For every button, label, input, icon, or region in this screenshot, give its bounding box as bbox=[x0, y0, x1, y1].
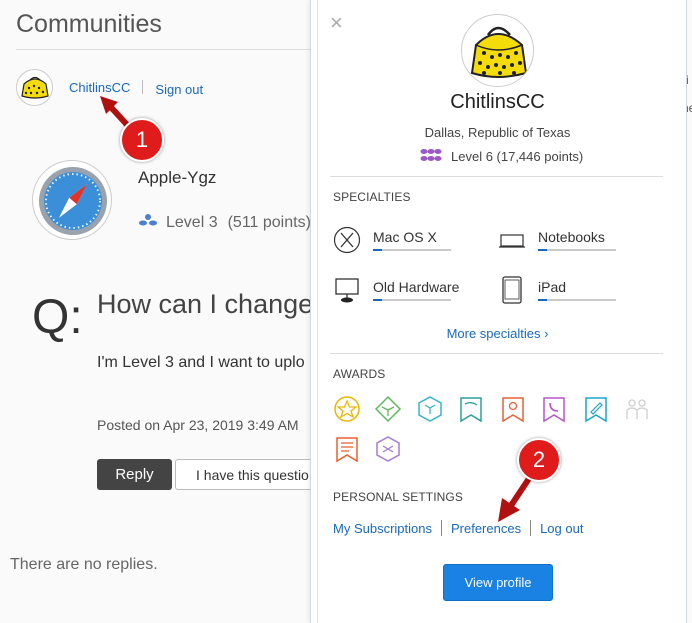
log-out-link[interactable]: Log out bbox=[540, 521, 583, 536]
specialty-label: Notebooks bbox=[538, 229, 616, 251]
profile-level: Level 6 (17,446 points) bbox=[420, 148, 583, 165]
reply-button[interactable]: Reply bbox=[97, 459, 172, 490]
list-award-icon[interactable] bbox=[333, 435, 361, 463]
header-divider bbox=[16, 49, 316, 50]
divider bbox=[330, 353, 663, 354]
my-subscriptions-link[interactable]: My Subscriptions bbox=[333, 521, 432, 536]
specialty-ipad[interactable]: iPad bbox=[498, 276, 616, 304]
cube-award-icon[interactable] bbox=[416, 395, 444, 423]
user-separator bbox=[142, 80, 144, 94]
question-title: How can I change bbox=[97, 289, 314, 319]
specialty-label: iPad bbox=[538, 279, 616, 301]
user-avatar[interactable] bbox=[16, 68, 53, 106]
ipad-icon bbox=[498, 276, 526, 304]
asker-avatar[interactable] bbox=[32, 160, 112, 240]
level-icon bbox=[138, 213, 158, 232]
star-award-icon[interactable] bbox=[333, 395, 361, 423]
profile-name: ChitlinsCC bbox=[450, 91, 545, 113]
asker-points: (511 points) bbox=[227, 213, 311, 231]
specialties-header: SPECIALTIES bbox=[333, 190, 411, 204]
map-pin-award-icon[interactable] bbox=[499, 395, 527, 423]
link-separator bbox=[440, 520, 442, 536]
awards-header: AWARDS bbox=[333, 367, 386, 381]
macos-x-icon bbox=[333, 226, 361, 254]
profile-avatar bbox=[461, 14, 534, 87]
gear-award-icon[interactable] bbox=[374, 435, 402, 463]
asker-level: Level 3 (511 points) bbox=[138, 213, 311, 232]
asker-level-text: Level 3 bbox=[166, 213, 218, 231]
question-mark: Q: bbox=[32, 291, 83, 344]
flag-award-icon[interactable] bbox=[457, 395, 485, 423]
more-specialties-link[interactable]: More specialties › bbox=[330, 326, 665, 341]
annotation-badge-1: 1 bbox=[120, 118, 164, 162]
close-icon[interactable]: × bbox=[330, 12, 343, 34]
personal-settings-header: PERSONAL SETTINGS bbox=[333, 490, 463, 504]
phone-award-icon[interactable] bbox=[540, 395, 568, 423]
profile-location: Dallas, Republic of Texas bbox=[424, 125, 571, 140]
annotation-badge-2: 2 bbox=[517, 438, 561, 482]
asker-name[interactable]: Apple-Ygz bbox=[138, 168, 216, 188]
specialty-label: Mac OS X bbox=[373, 229, 451, 251]
book-award-icon[interactable] bbox=[374, 395, 402, 423]
page-title: Communities bbox=[16, 10, 162, 38]
notebook-icon bbox=[498, 226, 526, 254]
username-link[interactable]: ChitlinsCC bbox=[69, 80, 130, 95]
question-body: I'm Level 3 and I want to uplo bbox=[97, 354, 305, 371]
profile-level-text: Level 6 (17,446 points) bbox=[451, 149, 584, 164]
specialty-old-hardware[interactable]: Old Hardware bbox=[333, 276, 459, 304]
posted-date: Posted on Apr 23, 2019 3:49 AM bbox=[97, 417, 299, 433]
divider bbox=[330, 176, 663, 177]
people-award-icon[interactable] bbox=[623, 395, 651, 423]
view-profile-button[interactable]: View profile bbox=[443, 564, 553, 601]
monitor-icon bbox=[333, 276, 361, 304]
no-replies-text: There are no replies. bbox=[10, 556, 158, 573]
same-question-button[interactable]: I have this questio bbox=[175, 459, 325, 490]
specialty-notebooks[interactable]: Notebooks bbox=[498, 226, 616, 254]
personal-settings-links: My Subscriptions Preferences Log out bbox=[333, 520, 583, 536]
sign-out-link[interactable]: Sign out bbox=[155, 82, 203, 97]
specialty-macos[interactable]: Mac OS X bbox=[333, 226, 451, 254]
pencil-award-icon[interactable] bbox=[582, 395, 610, 423]
level-6-icon bbox=[420, 148, 442, 165]
specialty-label: Old Hardware bbox=[373, 279, 459, 301]
